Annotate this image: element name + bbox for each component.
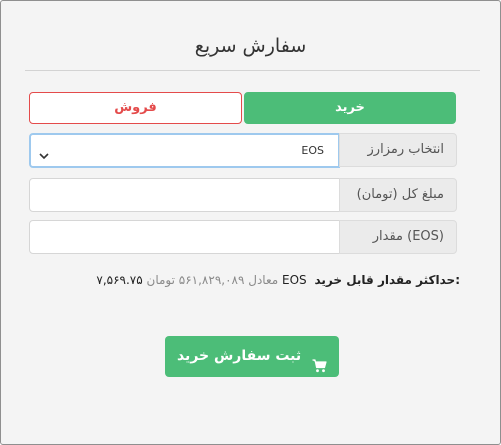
currency-select[interactable]: EOS xyxy=(29,133,340,168)
amount-label: مقدار (EOS) xyxy=(339,220,457,254)
max-buy-equivalent: معادل ۵۶۱,۸۲۹,۰۸۹ تومان xyxy=(146,273,279,287)
quick-order-panel: سفارش سریع فروش خرید EOS انتخاب رمزارز م… xyxy=(0,0,501,445)
buy-tab-button[interactable]: خرید xyxy=(244,92,456,124)
submit-buy-order-button[interactable]: ثبت سفارش خرید xyxy=(165,336,339,377)
currency-row: EOS انتخاب رمزارز xyxy=(29,133,457,168)
total-amount-input[interactable] xyxy=(29,178,340,212)
total-amount-label: مبلغ کل (تومان) xyxy=(339,178,457,212)
cart-icon xyxy=(312,349,327,373)
panel-title: سفارش سریع xyxy=(194,35,307,57)
currency-select-value: EOS xyxy=(301,144,324,157)
max-buy-info: معادل ۵۶۱,۸۲۹,۰۸۹ تومان ۷,۵۶۹.۷۵ EOS حدا… xyxy=(86,273,460,287)
currency-label: انتخاب رمزارز xyxy=(339,133,457,167)
total-row: مبلغ کل (تومان) xyxy=(29,178,457,212)
amount-input[interactable] xyxy=(29,220,340,254)
submit-button-label: ثبت سفارش خرید xyxy=(176,348,302,364)
max-buy-label: حداکثر مقدار قابل خرید: xyxy=(314,273,460,287)
chevron-down-icon xyxy=(39,146,49,160)
sell-tab-button[interactable]: فروش xyxy=(29,92,242,124)
amount-row: مقدار (EOS) xyxy=(29,220,457,254)
title-divider xyxy=(25,70,480,71)
